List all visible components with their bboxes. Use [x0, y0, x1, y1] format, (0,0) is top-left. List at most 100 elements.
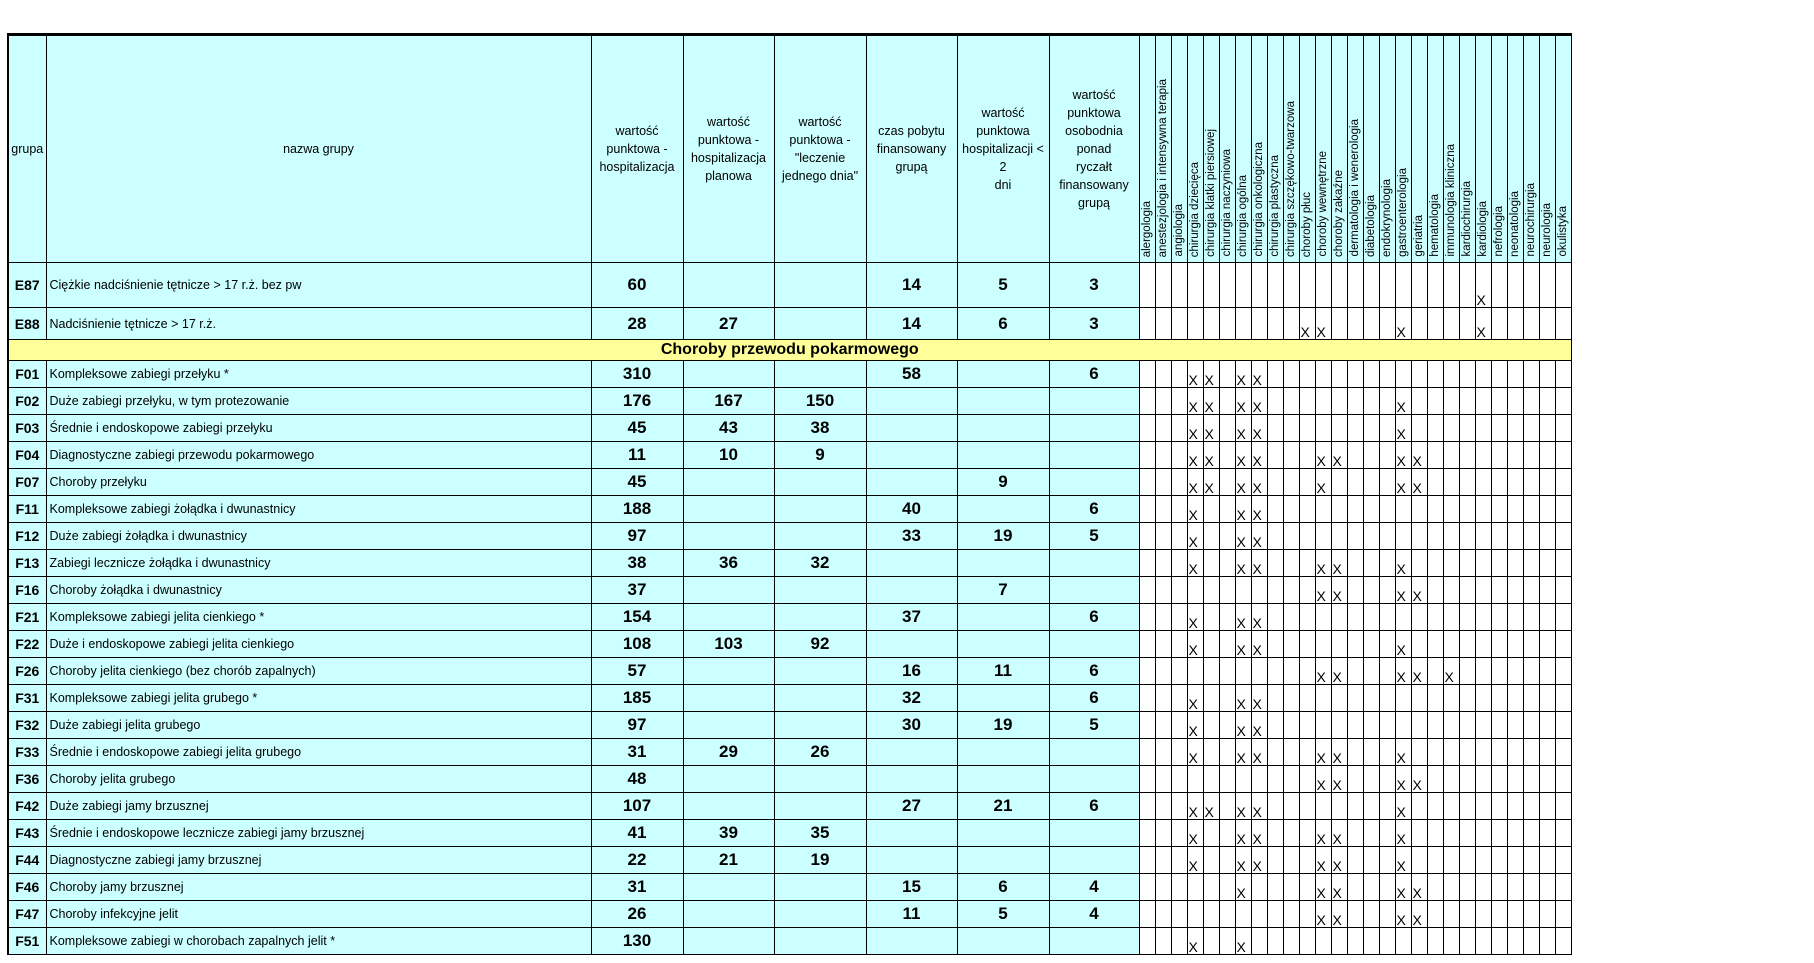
specialty-cell: X: [1234, 738, 1252, 766]
specialty-cell: [1394, 603, 1412, 631]
specialty-cell: [1442, 630, 1460, 658]
value-cell: 107: [590, 792, 684, 820]
value-cell: 37: [865, 603, 958, 631]
specialty-cell: X: [1234, 819, 1252, 847]
value-cell: 43: [682, 414, 775, 442]
group-code: F13: [7, 549, 47, 577]
specialty-cell: [1490, 441, 1508, 469]
header-caption-line: grupą: [895, 160, 928, 175]
specialty-cell: X: [1250, 792, 1268, 820]
specialty-cell: [1346, 576, 1364, 604]
specialty-cell: [1378, 873, 1396, 901]
specialty-cell: [1170, 711, 1188, 739]
specialty-cell: [1538, 495, 1556, 523]
specialty-cell: [1538, 630, 1556, 658]
specialty-cell: [1442, 819, 1460, 847]
specialty-cell: [1170, 414, 1188, 442]
table-row: F22 Duże i endoskopowe zabiegi jelita cie…: [7, 630, 1572, 658]
specialty-cell: [1154, 873, 1172, 901]
specialty-cell: [1202, 738, 1220, 766]
specialty-cell: [1346, 900, 1364, 928]
value-cell: [865, 549, 958, 577]
specialty-cell: [1282, 711, 1300, 739]
group-name: Choroby infekcyjne jelit: [45, 900, 592, 928]
value-cell: [773, 873, 867, 901]
value-cell: [682, 522, 775, 550]
specialty-cell: [1330, 360, 1348, 388]
specialty-cell: [1170, 387, 1188, 415]
specialty-cell: X: [1250, 630, 1268, 658]
value-cell: [865, 630, 958, 658]
specialty-cell: [1250, 873, 1268, 901]
value-cell: 30: [865, 711, 958, 739]
specialty-cell: [1522, 684, 1540, 712]
specialty-cell: [1218, 441, 1236, 469]
value-cell: [773, 576, 867, 604]
specialty-cell: [1378, 468, 1396, 496]
specialty-cell: [1314, 387, 1332, 415]
specialty-cell: [1490, 360, 1508, 388]
specialty-cell: [1426, 819, 1444, 847]
specialty-cell: [1506, 441, 1524, 469]
specialty-cell: X: [1234, 711, 1252, 739]
value-cell: 3: [1048, 307, 1140, 340]
value-cell: 11: [590, 441, 684, 469]
group-name: Kompleksowe zabiegi jelita grubego *: [45, 684, 592, 712]
header-caption-line: wartość: [1072, 87, 1116, 102]
specialty-cell: [1554, 360, 1572, 388]
specialty-cell: [1506, 549, 1524, 577]
specialty-cell: X: [1314, 765, 1332, 793]
specialty-cell: X: [1394, 792, 1412, 820]
value-cell: 31: [590, 873, 684, 901]
specialty-cell: [1458, 873, 1476, 901]
specialty-cell: [1474, 738, 1492, 766]
specialty-cell: [1506, 711, 1524, 739]
specialty-cell: [1474, 630, 1492, 658]
specialty-cell: [1426, 873, 1444, 901]
specialty-cell: [1490, 927, 1508, 955]
value-cell: 45: [590, 414, 684, 442]
specialty-cell: [1346, 846, 1364, 874]
specialty-cell: [1490, 765, 1508, 793]
specialty-cell: X: [1394, 576, 1412, 604]
specialty-cell: [1170, 846, 1188, 874]
specialty-cell: [1506, 927, 1524, 955]
specialty-label: chirurgia naczyniowa: [1220, 149, 1233, 257]
specialty-cell: [1282, 630, 1300, 658]
specialty-cell: X: [1234, 684, 1252, 712]
specialty-cell: [1362, 630, 1380, 658]
header-specialty: chirurgia ogólna: [1234, 34, 1252, 263]
value-cell: [773, 495, 867, 523]
specialty-cell: [1458, 927, 1476, 955]
value-cell: 103: [682, 630, 775, 658]
group-code: F01: [7, 360, 47, 388]
specialty-cell: X: [1202, 360, 1220, 388]
specialty-cell: [1538, 414, 1556, 442]
specialty-cell: [1298, 360, 1316, 388]
specialty-cell: [1202, 576, 1220, 604]
specialty-cell: [1538, 468, 1556, 496]
specialty-cell: [1442, 262, 1460, 308]
specialty-cell: X: [1314, 846, 1332, 874]
specialty-cell: [1138, 522, 1156, 550]
specialty-cell: [1138, 603, 1156, 631]
specialty-cell: [1522, 414, 1540, 442]
specialty-cell: X: [1330, 765, 1348, 793]
section-row: Choroby przewodu pokarmowego: [7, 339, 1572, 361]
value-cell: [865, 927, 958, 955]
specialty-cell: [1538, 360, 1556, 388]
specialty-cell: [1474, 360, 1492, 388]
header-specialty: immunologia kliniczna: [1442, 34, 1460, 263]
specialty-cell: [1378, 711, 1396, 739]
specialty-cell: [1330, 522, 1348, 550]
header-specialty: choroby zakaźne: [1330, 34, 1348, 263]
specialty-cell: [1346, 414, 1364, 442]
value-cell: [682, 873, 775, 901]
specialty-cell: [1314, 262, 1332, 308]
specialty-cell: [1490, 684, 1508, 712]
group-code: F46: [7, 873, 47, 901]
specialty-cell: [1154, 603, 1172, 631]
header-specialty: neurochirurgia: [1522, 34, 1540, 263]
specialty-cell: [1218, 873, 1236, 901]
specialty-cell: [1138, 792, 1156, 820]
